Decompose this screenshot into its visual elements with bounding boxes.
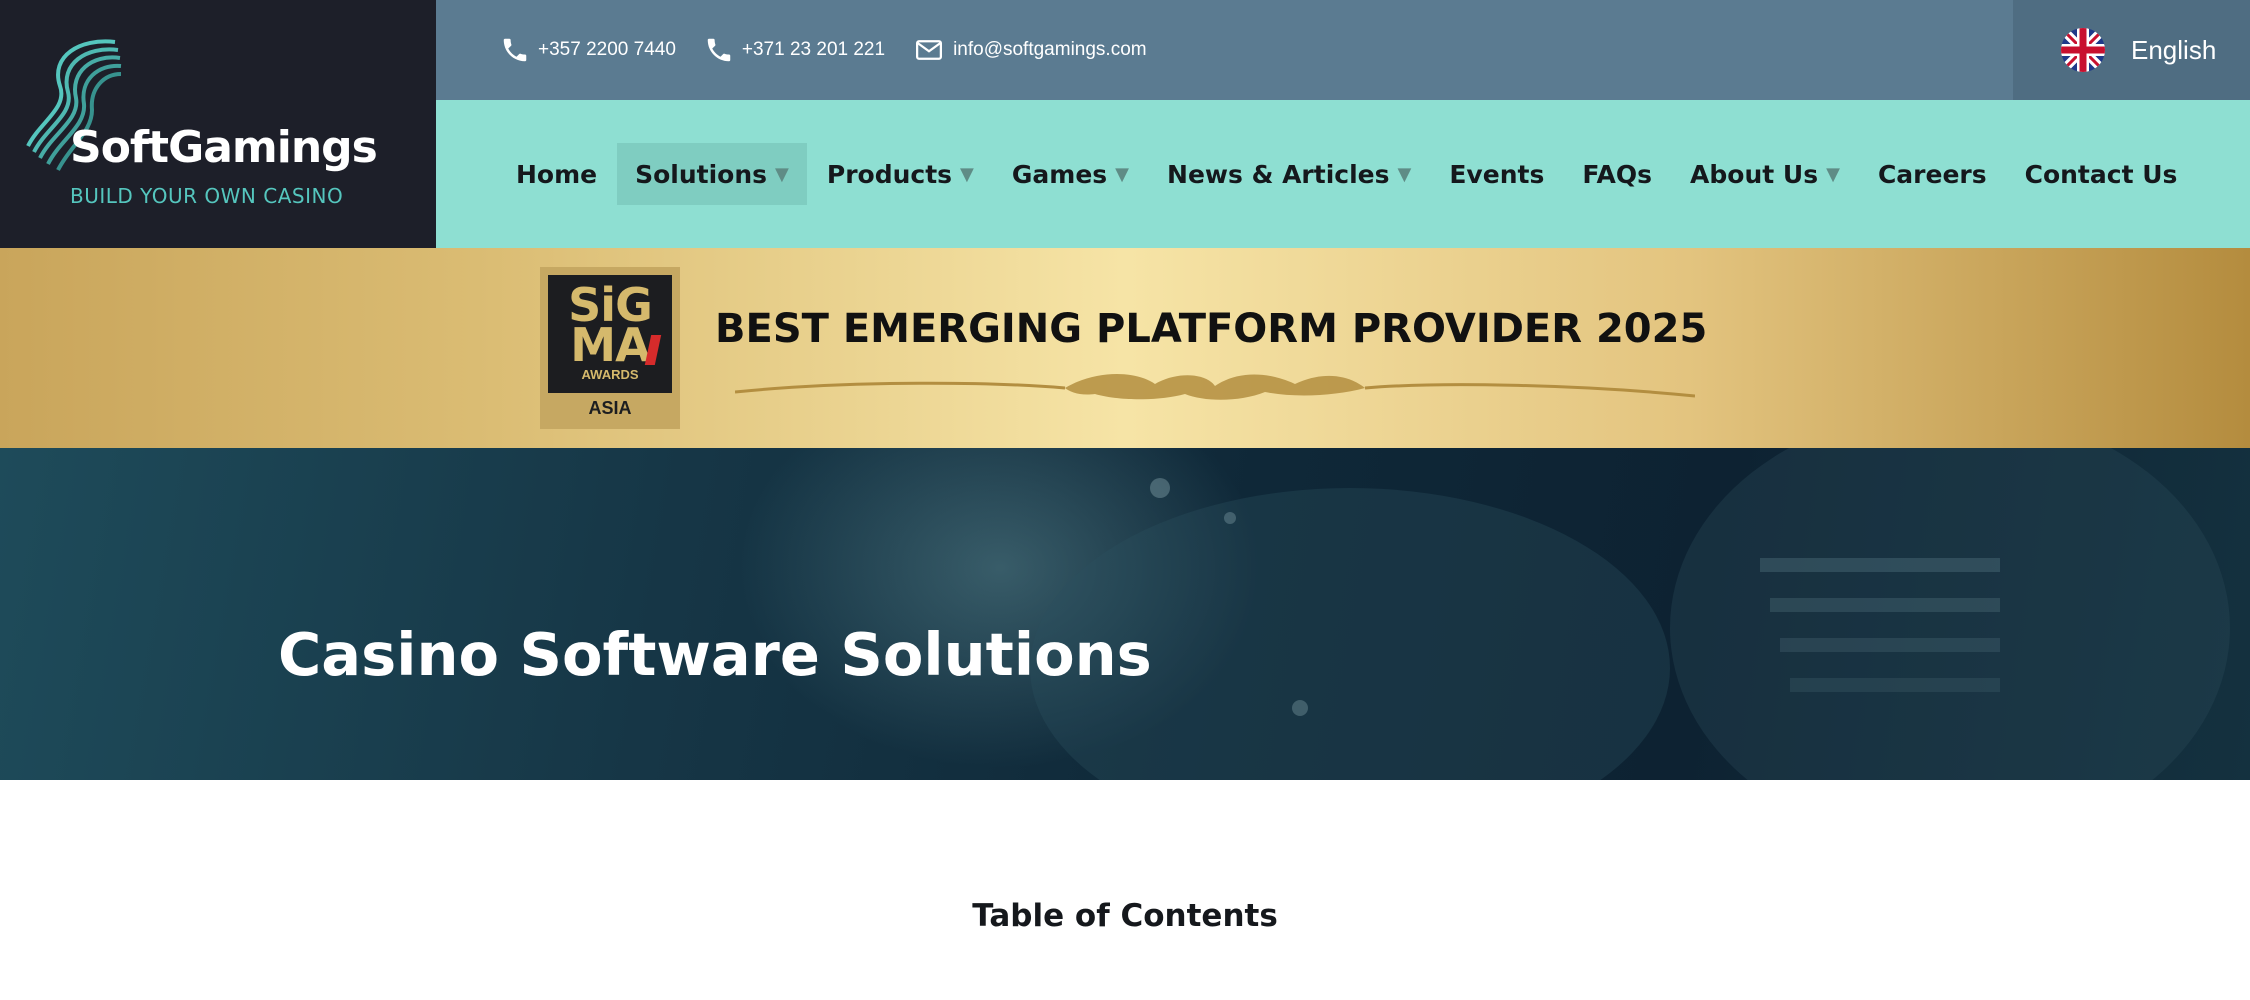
brand-name: SoftGamings — [70, 122, 378, 173]
envelope-icon — [916, 40, 943, 60]
nav-item-label: Solutions — [635, 159, 768, 189]
uk-flag-icon — [2061, 28, 2105, 72]
nav-item-games[interactable]: Games ▼ — [994, 143, 1147, 205]
nav-item-events[interactable]: Events — [1431, 143, 1562, 205]
contact-bar: +357 2200 7440 +371 23 201 221 info@soft… — [436, 0, 2013, 100]
sigma-badge-panel: SiG MA AWARDS — [548, 275, 672, 393]
contact-text: info@softgamings.com — [953, 39, 1147, 60]
caret-down-icon: ▼ — [775, 163, 789, 185]
caret-down-icon: ▼ — [1826, 163, 1840, 185]
logo[interactable]: SoftGamings BUILD YOUR OWN CASINO — [0, 0, 436, 248]
language-label: English — [2131, 34, 2217, 65]
contact-phone-cyprus[interactable]: +357 2200 7440 — [500, 35, 676, 65]
phone-icon — [707, 38, 731, 62]
nav-item-label: Home — [516, 159, 598, 189]
nav-item-products[interactable]: Products ▼ — [809, 143, 992, 205]
award-banner[interactable]: SiG MA AWARDS ASIA BEST EMERGING PLATFOR… — [0, 248, 2250, 448]
page-title: Casino Software Solutions — [278, 620, 1152, 689]
main-nav: Home Solutions ▼ Products ▼ Games ▼ News… — [436, 100, 2250, 248]
nav-item-label: Events — [1449, 159, 1545, 189]
sigma-awards-badge: SiG MA AWARDS ASIA — [540, 267, 680, 429]
nav-item-news-articles[interactable]: News & Articles ▼ — [1149, 143, 1429, 205]
site-header: SoftGamings BUILD YOUR OWN CASINO +357 2… — [0, 0, 2250, 248]
sigma-badge-region: ASIA — [588, 398, 632, 418]
nav-item-home[interactable]: Home — [498, 143, 615, 205]
caret-down-icon: ▼ — [1397, 163, 1412, 185]
nav-item-faqs[interactable]: FAQs — [1564, 143, 1670, 205]
nav-item-solutions[interactable]: Solutions ▼ — [617, 143, 807, 205]
nav-item-label: News & Articles — [1167, 159, 1390, 189]
nav-item-about-us[interactable]: About Us ▼ — [1672, 143, 1858, 205]
hero-section: Casino Software Solutions — [0, 448, 2250, 780]
caret-down-icon: ▼ — [960, 163, 974, 185]
nav-item-label: About Us — [1690, 159, 1819, 189]
contact-email[interactable]: info@softgamings.com — [913, 35, 1147, 65]
nav-item-contact-us[interactable]: Contact Us — [2007, 143, 2196, 205]
nav-item-label: Careers — [1877, 159, 1987, 189]
contact-text: +371 23 201 221 — [741, 39, 886, 60]
contact-phone-latvia[interactable]: +371 23 201 221 — [704, 35, 885, 65]
nav-item-label: FAQs — [1582, 159, 1653, 189]
brand-tagline: BUILD YOUR OWN CASINO — [70, 184, 344, 208]
nav-item-label: Contact Us — [2024, 159, 2178, 189]
sigma-badge-sub: AWARDS — [581, 367, 639, 382]
ornament-flourish-icon — [735, 373, 1695, 400]
nav-item-label: Products — [826, 159, 953, 189]
roulette-background-image — [740, 448, 2230, 780]
nav-item-label: Games — [1011, 159, 1108, 189]
language-selector[interactable]: English — [2013, 0, 2250, 100]
phone-icon — [503, 38, 527, 62]
table-of-contents-title: Table of Contents — [972, 898, 1278, 934]
award-title: BEST EMERGING PLATFORM PROVIDER 2025 — [715, 306, 1708, 352]
contact-text: +357 2200 7440 — [538, 39, 676, 60]
nav-item-careers[interactable]: Careers — [1860, 143, 2005, 205]
caret-down-icon: ▼ — [1115, 163, 1130, 185]
